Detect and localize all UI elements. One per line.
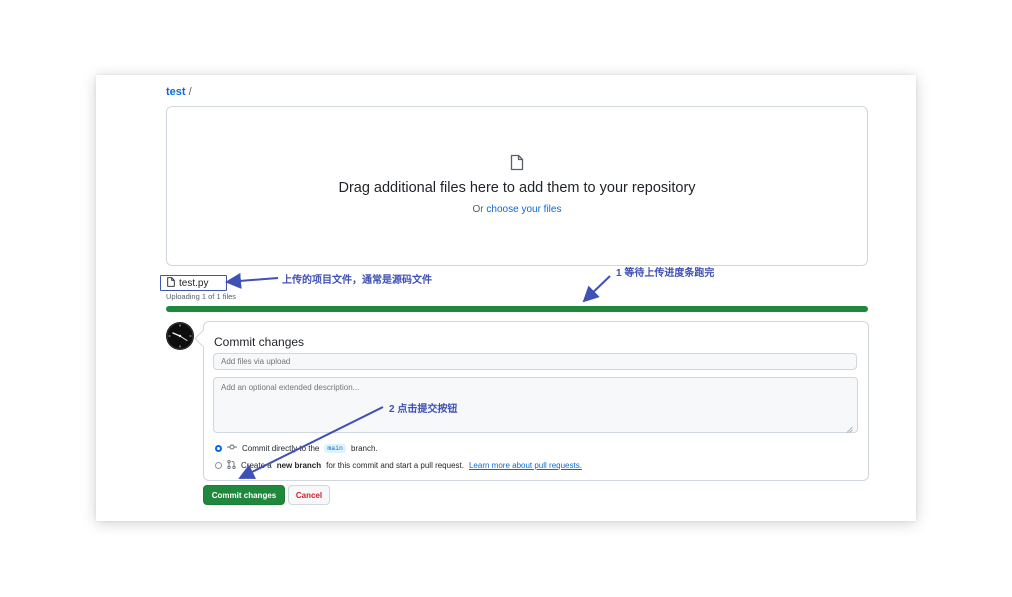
commit-direct-radio[interactable]	[215, 444, 222, 452]
annotation-file-note: 上传的项目文件，通常是源码文件	[282, 275, 432, 286]
create-branch-option[interactable]: Create a new branch for this commit and …	[215, 459, 582, 471]
create-branch-prefix: Create a	[241, 461, 272, 470]
upload-progress-bar	[166, 306, 868, 312]
commit-summary-input[interactable]	[213, 353, 857, 370]
choose-files-link[interactable]: choose your files	[486, 204, 561, 215]
commit-description-input[interactable]	[213, 377, 858, 433]
create-branch-radio[interactable]	[215, 462, 222, 469]
dropzone-subtitle: Or choose your files	[167, 204, 867, 215]
learn-more-pull-requests-link[interactable]: Learn more about pull requests.	[469, 461, 582, 470]
upload-progress-fill	[166, 306, 868, 312]
upload-status-text: Uploading 1 of 1 files	[166, 292, 237, 301]
clock-avatar	[166, 322, 194, 350]
uploaded-file-chip: test.py	[160, 275, 227, 291]
create-branch-bold: new branch	[276, 461, 322, 470]
git-pull-request-icon	[227, 459, 236, 471]
dropzone-subtitle-prefix: Or	[472, 204, 484, 215]
resize-grip-icon[interactable]	[846, 420, 866, 478]
create-branch-text: for this commit and start a pull request…	[326, 461, 464, 470]
file-icon	[167, 276, 175, 290]
commit-direct-suffix: branch.	[350, 443, 378, 453]
branch-name: main	[324, 443, 346, 453]
breadcrumb-separator: /	[188, 86, 192, 98]
commit-direct-text: Commit directly to the	[242, 443, 320, 453]
annotation-step2: 2 点击提交按钮	[389, 404, 458, 415]
commit-title: Commit changes	[214, 335, 305, 349]
commit-changes-panel: Commit changes Commit directly to the ma…	[203, 321, 869, 481]
dropzone-title: Drag additional files here to add them t…	[338, 180, 696, 196]
breadcrumb: test /	[166, 86, 192, 98]
cancel-button[interactable]: Cancel	[288, 485, 330, 505]
commit-direct-option[interactable]: Commit directly to the main branch.	[215, 443, 378, 453]
git-commit-icon	[227, 443, 237, 453]
uploaded-file-name: test.py	[179, 277, 209, 289]
breadcrumb-repo-link[interactable]: test	[166, 86, 186, 98]
annotation-step1: 1 等待上传进度条跑完	[616, 268, 715, 279]
file-icon	[510, 154, 524, 176]
file-dropzone[interactable]: Drag additional files here to add them t…	[166, 106, 868, 266]
commit-changes-button[interactable]: Commit changes	[203, 485, 285, 505]
